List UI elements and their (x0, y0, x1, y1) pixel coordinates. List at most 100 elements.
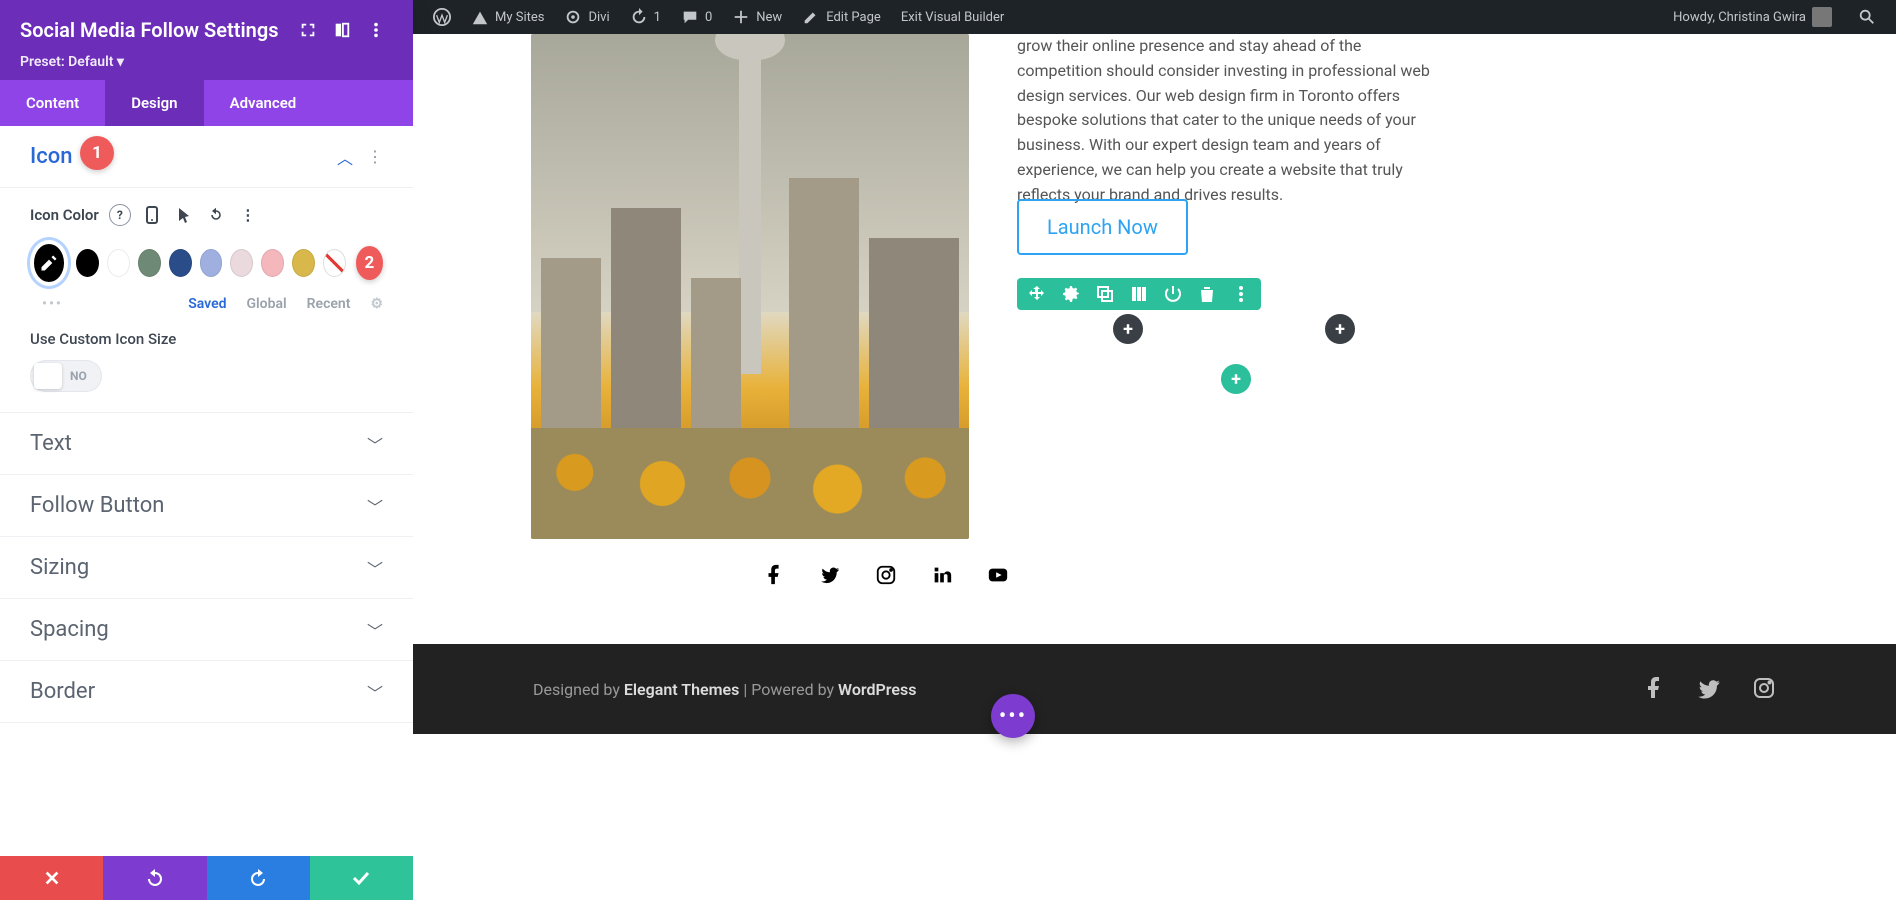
toggle-state-label: NO (70, 369, 87, 383)
palette-meta-row: ••• Saved Global Recent ⚙ (42, 296, 383, 312)
add-module-button[interactable]: + (1221, 364, 1251, 394)
howdy-link[interactable]: Howdy, Christina Gwira (1663, 7, 1842, 27)
gear-icon[interactable] (1061, 284, 1081, 304)
section-follow-button[interactable]: Follow Button﹀ (0, 475, 413, 537)
footer-instagram-icon[interactable] (1752, 676, 1776, 702)
swatch-white[interactable] (107, 249, 130, 277)
section-border-title: Border (30, 679, 367, 704)
reset-icon[interactable] (205, 204, 227, 226)
callout-badge-2: 2 (356, 246, 383, 280)
footer-facebook-icon[interactable] (1642, 676, 1666, 702)
comments-count: 0 (705, 10, 712, 25)
comments-link[interactable]: 0 (671, 0, 722, 34)
section-spacing-title: Spacing (30, 617, 367, 642)
site-name-label: Divi (588, 10, 609, 25)
settings-footer (0, 856, 413, 900)
swatch-sage[interactable] (138, 249, 161, 277)
exit-vb-link[interactable]: Exit Visual Builder (891, 0, 1014, 34)
icon-color-row: Icon Color ? ⋮ (30, 204, 383, 226)
hero-copy: grow their online presence and stay ahea… (1017, 34, 1447, 208)
avatar-icon (1812, 7, 1832, 27)
redo-button[interactable] (207, 856, 310, 900)
custom-icon-size-toggle[interactable]: NO (30, 360, 102, 392)
section-icon[interactable]: Icon ︿ ⋮ 1 (0, 126, 413, 188)
snap-icon[interactable] (325, 13, 359, 47)
updates-link[interactable]: 1 (620, 0, 671, 34)
section-kebab-icon[interactable]: ⋮ (367, 147, 383, 166)
help-icon[interactable]: ? (109, 204, 131, 226)
expand-icon[interactable] (291, 13, 325, 47)
preset-dropdown[interactable]: Preset: Default ▾ (20, 54, 393, 80)
tab-content[interactable]: Content (0, 80, 105, 126)
chevron-up-icon: ︿ (337, 145, 353, 169)
section-text-title: Text (30, 431, 367, 456)
add-column-button[interactable]: + (1113, 314, 1143, 344)
footer-theme-link[interactable]: Elegant Themes (624, 680, 740, 699)
hover-icon[interactable] (173, 204, 195, 226)
youtube-icon[interactable] (987, 564, 1009, 586)
section-text[interactable]: Text﹀ (0, 413, 413, 475)
instagram-icon[interactable] (875, 564, 897, 586)
swatch-navy[interactable] (169, 249, 192, 277)
palette-saved-tab[interactable]: Saved (188, 296, 226, 312)
save-library-icon[interactable] (1129, 284, 1149, 304)
exit-vb-label: Exit Visual Builder (901, 10, 1004, 25)
linkedin-icon[interactable] (931, 564, 953, 586)
callout-badge-1: 1 (80, 136, 114, 170)
new-label: New (756, 10, 782, 25)
trash-icon[interactable] (1197, 284, 1217, 304)
swatch-black[interactable] (76, 249, 99, 277)
chevron-down-icon: ﹀ (367, 494, 383, 518)
responsive-icon[interactable] (141, 204, 163, 226)
footer-twitter-icon[interactable] (1696, 676, 1722, 702)
footer-wp-link[interactable]: WordPress (838, 680, 916, 699)
section-sizing[interactable]: Sizing﹀ (0, 537, 413, 599)
section-sizing-title: Sizing (30, 555, 367, 580)
swatch-gold[interactable] (292, 249, 315, 277)
footer-social (1642, 676, 1776, 702)
howdy-label: Howdy, Christina Gwira (1673, 10, 1806, 25)
save-button[interactable] (310, 856, 413, 900)
new-link[interactable]: New (722, 0, 792, 34)
settings-body: Icon ︿ ⋮ 1 Icon Color ? ⋮ (0, 126, 413, 856)
swatch-blush[interactable] (230, 249, 253, 277)
palette-settings-icon[interactable]: ⚙ (370, 296, 383, 312)
site-name-link[interactable]: Divi (554, 0, 619, 34)
toolbar-kebab-icon[interactable] (1231, 284, 1251, 304)
settings-tabs: Content Design Advanced (0, 80, 413, 126)
search-toggle[interactable] (1848, 8, 1886, 26)
swatch-periwinkle[interactable] (200, 249, 223, 277)
move-icon[interactable] (1027, 284, 1047, 304)
edit-page-link[interactable]: Edit Page (792, 0, 891, 34)
site-footer: Designed by Elegant Themes | Powered by … (413, 644, 1896, 734)
launch-now-button[interactable]: Launch Now (1017, 199, 1188, 255)
kebab-icon[interactable] (359, 13, 393, 47)
twitter-icon[interactable] (819, 564, 841, 586)
undo-button[interactable] (103, 856, 206, 900)
builder-fab[interactable]: ••• (991, 694, 1035, 738)
hero-image (531, 34, 969, 539)
icon-color-label: Icon Color (30, 206, 99, 224)
section-spacing[interactable]: Spacing﹀ (0, 599, 413, 661)
my-sites-link[interactable]: My Sites (461, 0, 554, 34)
settings-title: Social Media Follow Settings (20, 18, 291, 42)
section-follow-title: Follow Button (30, 493, 367, 518)
facebook-icon[interactable] (763, 564, 785, 586)
power-icon[interactable] (1163, 284, 1183, 304)
swatch-pink[interactable] (261, 249, 284, 277)
cancel-button[interactable] (0, 856, 103, 900)
duplicate-icon[interactable] (1095, 284, 1115, 304)
swatch-none[interactable] (323, 249, 346, 277)
icon-color-kebab-icon[interactable]: ⋮ (237, 204, 259, 226)
tab-design[interactable]: Design (105, 80, 203, 126)
wp-logo[interactable] (423, 0, 461, 34)
page-preview: grow their online presence and stay ahea… (413, 34, 1896, 900)
section-border[interactable]: Border﹀ (0, 661, 413, 723)
palette-dots-icon[interactable]: ••• (42, 296, 63, 312)
my-sites-label: My Sites (495, 10, 544, 25)
color-picker-button[interactable] (30, 240, 68, 286)
add-column-button[interactable]: + (1325, 314, 1355, 344)
tab-advanced[interactable]: Advanced (204, 80, 323, 126)
palette-recent-tab[interactable]: Recent (307, 296, 351, 312)
palette-global-tab[interactable]: Global (247, 296, 287, 312)
